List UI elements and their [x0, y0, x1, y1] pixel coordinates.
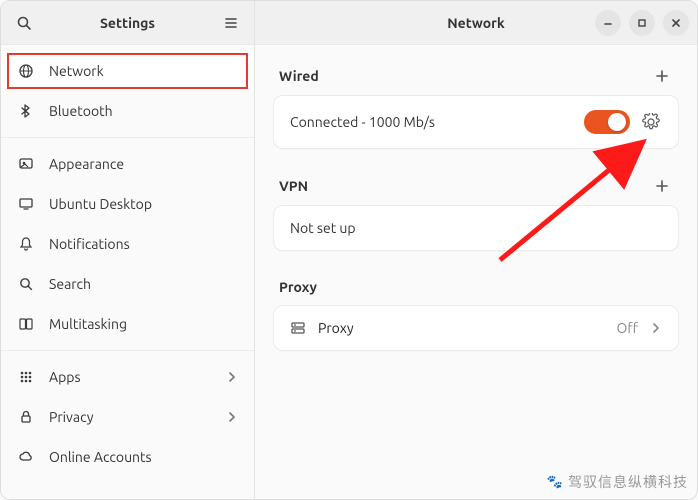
proxy-value: Off	[616, 320, 638, 336]
apps-icon	[17, 368, 35, 386]
wired-status: Connected - 1000 Mb/s	[290, 114, 435, 130]
sidebar-separator	[1, 350, 254, 351]
sidebar-item-label: Network	[49, 63, 104, 79]
watermark: 🐾 驾驭信息纵横科技	[547, 472, 688, 492]
sidebar-item-privacy[interactable]: Privacy	[1, 397, 254, 437]
sidebar-item-label: Search	[49, 276, 91, 292]
page-title: Network	[447, 15, 505, 31]
main-panel: Network Wired	[255, 1, 697, 499]
section-head-wired: Wired	[273, 63, 679, 95]
globe-icon	[17, 62, 35, 80]
watermark-text: 驾驭信息纵横科技	[568, 472, 688, 492]
wired-connection-card: Connected - 1000 Mb/s	[273, 95, 679, 149]
maximize-icon	[637, 18, 647, 28]
sidebar-title: Settings	[100, 15, 155, 31]
sidebar-item-network[interactable]: Network	[1, 51, 254, 91]
section-head-proxy: Proxy	[273, 275, 679, 305]
minimize-icon	[603, 18, 613, 28]
plus-icon	[655, 69, 669, 83]
wired-toggle[interactable]	[584, 110, 630, 134]
chevron-right-icon	[226, 371, 238, 383]
multitasking-icon	[17, 315, 35, 333]
chevron-right-icon	[226, 411, 238, 423]
search-icon	[17, 275, 35, 293]
sidebar-list: Network Bluetooth Appearance Ubuntu	[1, 45, 254, 499]
minimize-button[interactable]	[595, 10, 621, 36]
sidebar-item-multitasking[interactable]: Multitasking	[1, 304, 254, 344]
sidebar-item-search[interactable]: Search	[1, 264, 254, 304]
wired-settings-button[interactable]	[640, 111, 662, 133]
maximize-button[interactable]	[629, 10, 655, 36]
cloud-icon	[17, 448, 35, 466]
sidebar-item-label: Ubuntu Desktop	[49, 196, 152, 212]
paw-icon: 🐾	[547, 475, 564, 490]
sidebar-item-appearance[interactable]: Appearance	[1, 144, 254, 184]
proxy-card[interactable]: Proxy Off	[273, 305, 679, 351]
privacy-icon	[17, 408, 35, 426]
add-wired-button[interactable]	[651, 67, 673, 85]
bluetooth-icon	[17, 102, 35, 120]
vpn-status: Not set up	[290, 220, 356, 236]
wired-heading: Wired	[279, 68, 319, 84]
sidebar-item-ubuntu-desktop[interactable]: Ubuntu Desktop	[1, 184, 254, 224]
sidebar-item-bluetooth[interactable]: Bluetooth	[1, 91, 254, 131]
sidebar-item-label: Appearance	[49, 156, 124, 172]
sidebar-item-apps[interactable]: Apps	[1, 357, 254, 397]
sidebar-search-button[interactable]	[9, 8, 39, 38]
main-header: Network	[255, 1, 697, 45]
vpn-card: Not set up	[273, 205, 679, 251]
sidebar-item-label: Multitasking	[49, 316, 127, 332]
bell-icon	[17, 235, 35, 253]
search-icon	[16, 15, 32, 31]
sidebar-item-label: Privacy	[49, 409, 93, 425]
close-button[interactable]	[663, 10, 689, 36]
proxy-icon	[290, 320, 306, 336]
sidebar-item-online-accounts[interactable]: Online Accounts	[1, 437, 254, 477]
sidebar-separator	[1, 137, 254, 138]
gear-icon	[642, 113, 660, 131]
settings-window: Settings Network Bluetooth	[0, 0, 698, 500]
vpn-heading: VPN	[279, 178, 308, 194]
sidebar-item-label: Notifications	[49, 236, 130, 252]
window-controls	[595, 10, 689, 36]
sidebar-menu-button[interactable]	[216, 8, 246, 38]
sidebar-item-label: Online Accounts	[49, 449, 152, 465]
chevron-right-icon	[650, 322, 662, 334]
sidebar-item-label: Bluetooth	[49, 103, 113, 119]
add-vpn-button[interactable]	[651, 177, 673, 195]
section-head-vpn: VPN	[273, 173, 679, 205]
proxy-row-label: Proxy	[318, 320, 354, 336]
close-icon	[671, 18, 681, 28]
main-body: Wired Connected - 1000 Mb/s VPN	[255, 45, 697, 499]
plus-icon	[655, 179, 669, 193]
toggle-knob	[608, 113, 626, 131]
sidebar-item-label: Apps	[49, 369, 81, 385]
sidebar: Settings Network Bluetooth	[1, 1, 255, 499]
sidebar-item-notifications[interactable]: Notifications	[1, 224, 254, 264]
sidebar-header: Settings	[1, 1, 254, 45]
proxy-heading: Proxy	[279, 279, 317, 295]
appearance-icon	[17, 155, 35, 173]
desktop-icon	[17, 195, 35, 213]
hamburger-icon	[223, 15, 239, 31]
